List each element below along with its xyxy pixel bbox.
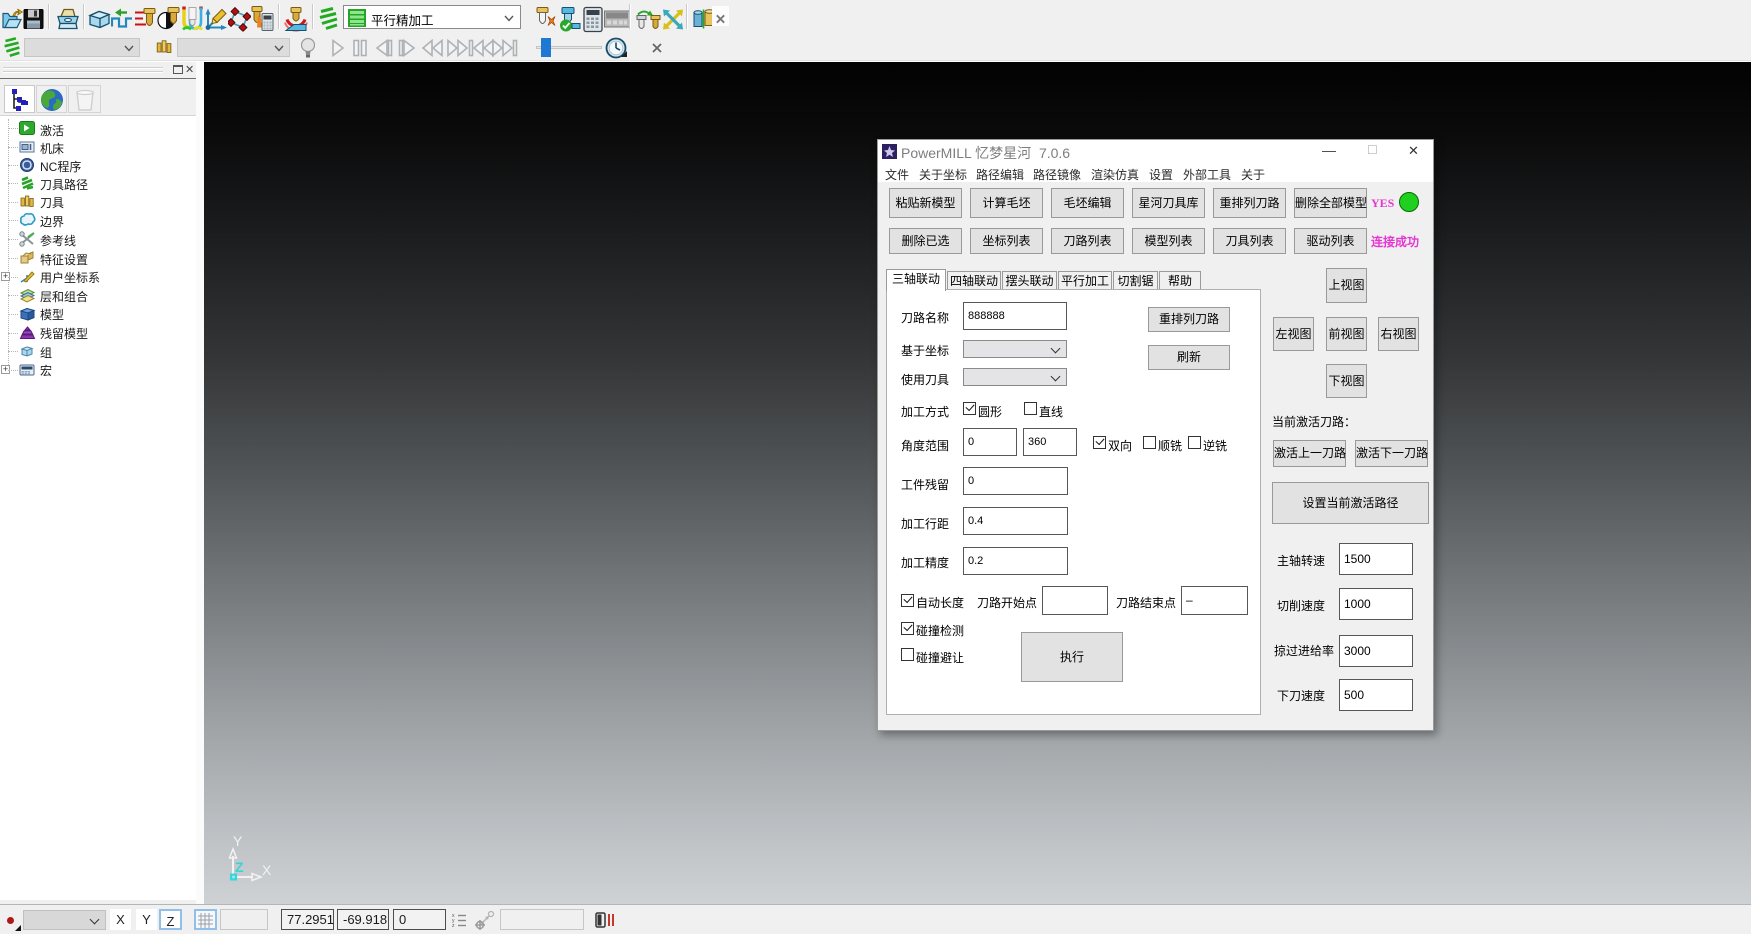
svg-text:Y: Y (233, 833, 243, 849)
svg-text:X: X (262, 862, 272, 878)
svg-text:z: z (452, 923, 455, 929)
svg-text:Z: Z (235, 859, 244, 875)
